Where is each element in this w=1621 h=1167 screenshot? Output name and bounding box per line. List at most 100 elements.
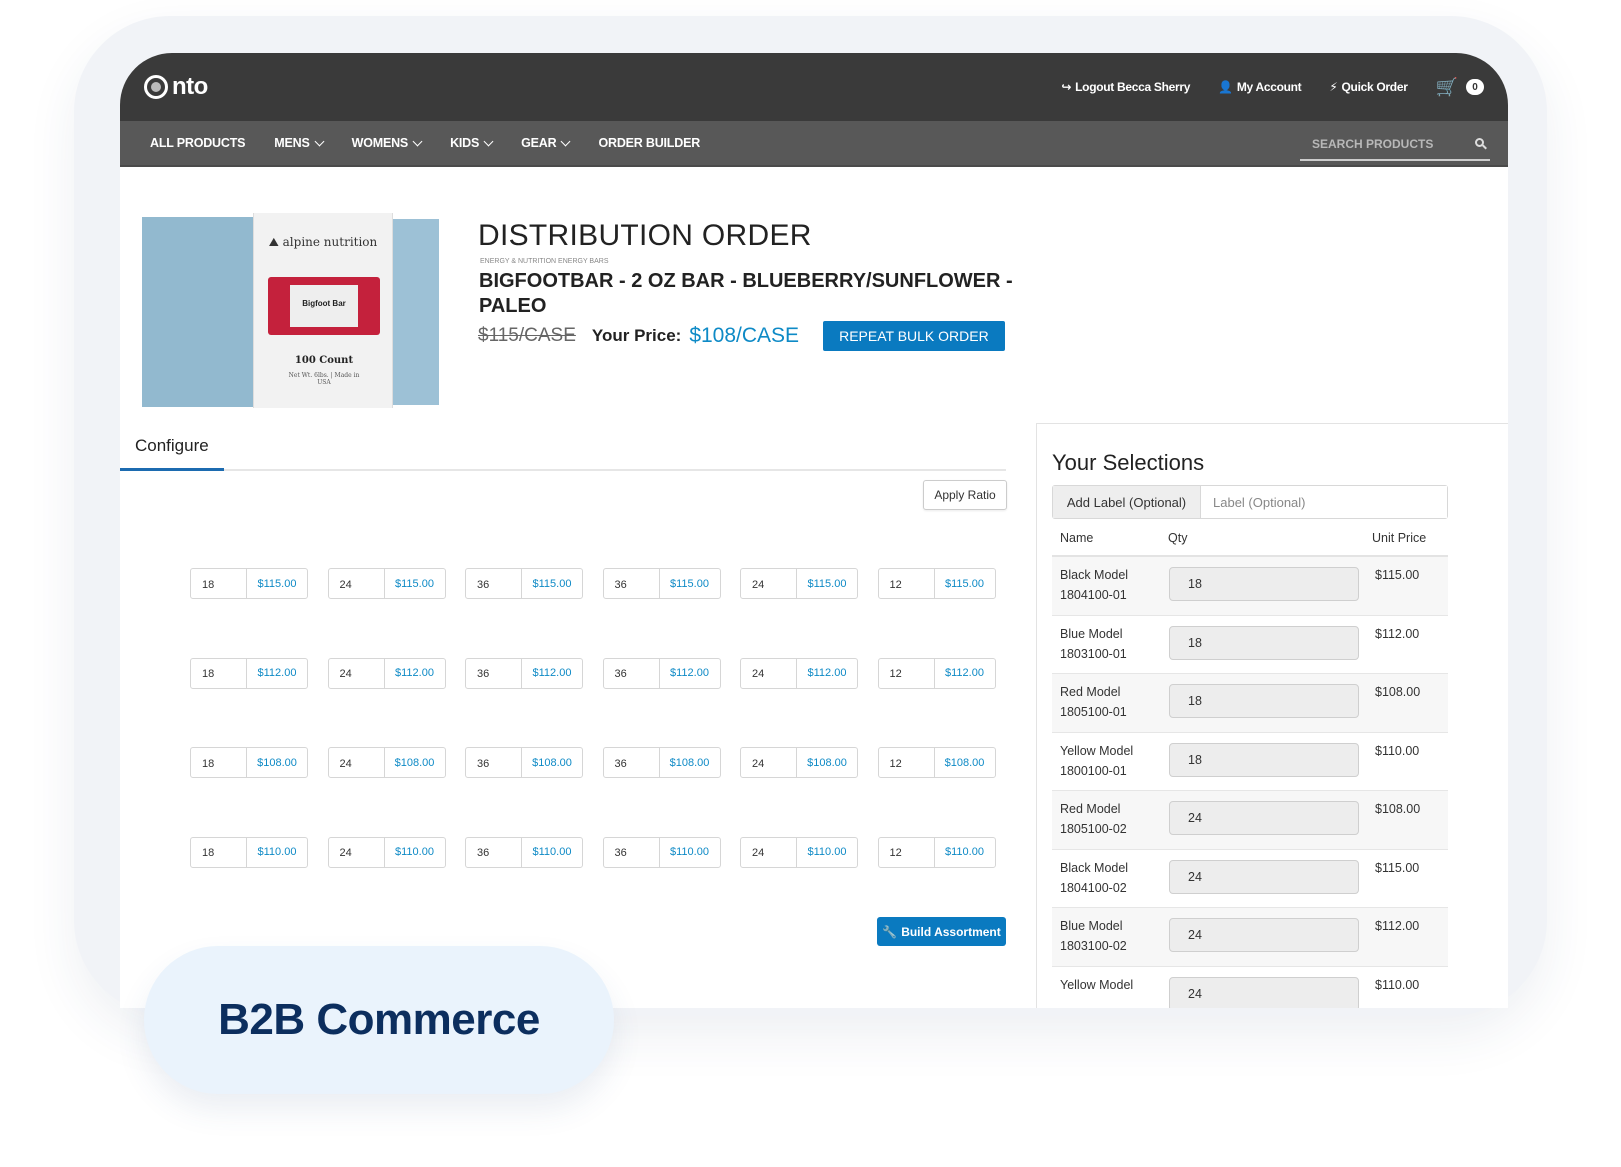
model-sku: 1805100-01 [1060, 705, 1127, 719]
grid-cell: 36 $115.00 [465, 568, 583, 599]
qty-input[interactable] [1169, 976, 1359, 1008]
grid-row: 18 $115.00 24 $115.00 36 $115.00 36 $115.00 24 $1… [190, 568, 1015, 599]
model-sku: 1803100-01 [1060, 646, 1127, 661]
cell-qty-input[interactable]: 24 [741, 748, 797, 777]
apply-ratio-button[interactable]: Apply Ratio [923, 480, 1007, 510]
cell-qty-input[interactable]: 18 [191, 569, 247, 598]
grid-cell: 36 $112.00 [465, 657, 583, 689]
cell-price: $110.00 [670, 846, 709, 858]
cell-qty-input[interactable]: 24 [741, 569, 797, 598]
nav-label: ORDER BUILDER [598, 136, 701, 150]
selection-row: Yellow Model $110.00 [1052, 967, 1448, 1008]
cell-qty-input[interactable]: 36 [604, 658, 660, 688]
cell-qty-input[interactable]: 24 [329, 837, 385, 867]
cell-qty-input[interactable]: 24 [329, 748, 385, 777]
main-nav: ALL PRODUCTS MENS WOMENS KIDS GEAR ORDER… [120, 121, 1508, 167]
grid-cell: 18 $108.00 [190, 747, 308, 778]
nav-order-builder[interactable]: ORDER BUILDER [598, 136, 700, 150]
cell-price: $112.00 [395, 667, 434, 679]
cell-qty-input[interactable]: 36 [466, 569, 522, 598]
cell-price: $112.00 [532, 667, 572, 679]
qty-input[interactable] [1169, 859, 1359, 894]
search-box [1300, 129, 1490, 161]
label-input[interactable] [1201, 486, 1447, 518]
unit-price: $110.00 [1375, 977, 1420, 992]
qty-input[interactable] [1169, 625, 1359, 660]
qty-input[interactable] [1169, 567, 1359, 601]
logout-icon: ↪ [1061, 80, 1072, 94]
nav-all-products[interactable]: ALL PRODUCTS [150, 136, 245, 150]
chevron-down-icon [483, 136, 494, 146]
qty-input[interactable] [1169, 742, 1359, 777]
cell-qty-input[interactable]: 12 [879, 569, 935, 598]
model-name: Blue Model [1060, 626, 1123, 641]
model-name: Yellow Model [1060, 977, 1134, 992]
cell-qty-input[interactable]: 36 [466, 658, 522, 688]
badge-text: B2B Commerce [218, 995, 540, 1044]
nav-gear[interactable]: GEAR [521, 136, 571, 150]
repeat-bulk-order-button[interactable]: REPEAT BULK ORDER [823, 321, 1005, 351]
unit-price: $108.00 [1375, 802, 1421, 816]
cell-qty-input[interactable]: 24 [741, 837, 797, 867]
selection-name: Black Model 1804100-01 [1052, 565, 1169, 605]
original-price: $115/CASE [478, 325, 576, 346]
cell-qty-input[interactable]: 36 [604, 569, 660, 598]
search-input[interactable] [1312, 137, 1462, 151]
cell-price: $108.00 [394, 756, 435, 769]
cell-qty-input[interactable]: 36 [466, 837, 522, 867]
selection-name: Yellow Model 1800100-01 [1052, 741, 1169, 781]
cell-price: $110.00 [945, 846, 984, 858]
mountain-icon: ⛰ [268, 235, 283, 249]
cell-qty-input[interactable]: 12 [879, 748, 935, 777]
grid-cell: 18 $110.00 [190, 836, 308, 868]
model-name: Red Model [1060, 685, 1121, 699]
bar-wrapper: Bigfoot Bar [268, 277, 380, 335]
nav-womens[interactable]: WOMENS [352, 136, 423, 150]
chevron-down-icon [314, 136, 325, 146]
cell-qty-input[interactable]: 12 [879, 658, 935, 688]
my-account-link[interactable]: 👤 My Account [1218, 80, 1302, 94]
cell-qty-input[interactable]: 36 [466, 748, 522, 777]
nav-mens[interactable]: MENS [274, 136, 325, 150]
price-row: $115/CASE Your Price: $108/CASE REPEAT B… [478, 321, 1005, 351]
cell-qty-input[interactable]: 24 [329, 658, 385, 688]
qty-input[interactable] [1169, 684, 1359, 718]
cell-qty-input[interactable]: 24 [329, 569, 385, 598]
grid-cell: 12 $112.00 [877, 657, 996, 689]
grid-cell: 36 $115.00 [602, 568, 721, 599]
cell-qty-input[interactable]: 18 [191, 837, 247, 867]
cart-button[interactable]: 🛒 0 [1436, 77, 1484, 98]
logout-link[interactable]: ↪ Logout Becca Sherry [1061, 80, 1190, 94]
top-bar: nto ↪ Logout Becca Sherry 👤 My Account ⚡… [120, 53, 1508, 121]
selection-row: Blue Model 1803100-01 $112.00 [1052, 616, 1448, 674]
build-assortment-button[interactable]: 🔧 Build Assortment [877, 917, 1006, 946]
qty-input[interactable] [1169, 918, 1359, 952]
box-left-side [142, 217, 254, 407]
cell-qty-input[interactable]: 18 [191, 658, 247, 688]
app-screen: nto ↪ Logout Becca Sherry 👤 My Account ⚡… [120, 53, 1508, 1008]
build-assortment-label: Build Assortment [901, 924, 1001, 939]
cell-qty-input[interactable]: 24 [741, 658, 797, 688]
cell-qty-input[interactable]: 12 [879, 837, 935, 867]
cell-qty-input[interactable]: 36 [604, 748, 660, 777]
cell-qty-input[interactable]: 36 [604, 837, 660, 867]
logo[interactable]: nto [144, 73, 208, 101]
grid-cell: 36 $110.00 [465, 836, 583, 868]
qty-input[interactable] [1169, 801, 1359, 835]
model-name: Black Model [1060, 860, 1129, 875]
product-image: ⛰ alpine nutrition Bigfoot Bar 100 Count… [142, 213, 442, 413]
column-header-qty: Qty [1168, 531, 1188, 545]
search-icon[interactable] [1475, 138, 1484, 147]
box-right-side [393, 219, 439, 405]
unit-price: $115.00 [1375, 860, 1420, 875]
tab-configure[interactable]: Configure [120, 431, 224, 471]
net-weight-text: Net Wt. 6lbs. | Made in USA [288, 372, 360, 386]
cart-count-badge: 0 [1466, 79, 1484, 95]
nav-kids[interactable]: KIDS [450, 136, 494, 150]
cell-price: $112.00 [807, 667, 847, 679]
quick-order-link[interactable]: ⚡ Quick Order [1329, 80, 1408, 94]
your-selections-panel: Your Selections Add Label (Optional) Nam… [1036, 423, 1508, 1008]
product-name: BIGFOOTBAR - 2 OZ BAR - BLUEBERRY/SUNFLO… [479, 270, 1013, 317]
selection-name: Blue Model 1803100-01 [1052, 624, 1169, 664]
cell-qty-input[interactable]: 18 [191, 748, 247, 777]
